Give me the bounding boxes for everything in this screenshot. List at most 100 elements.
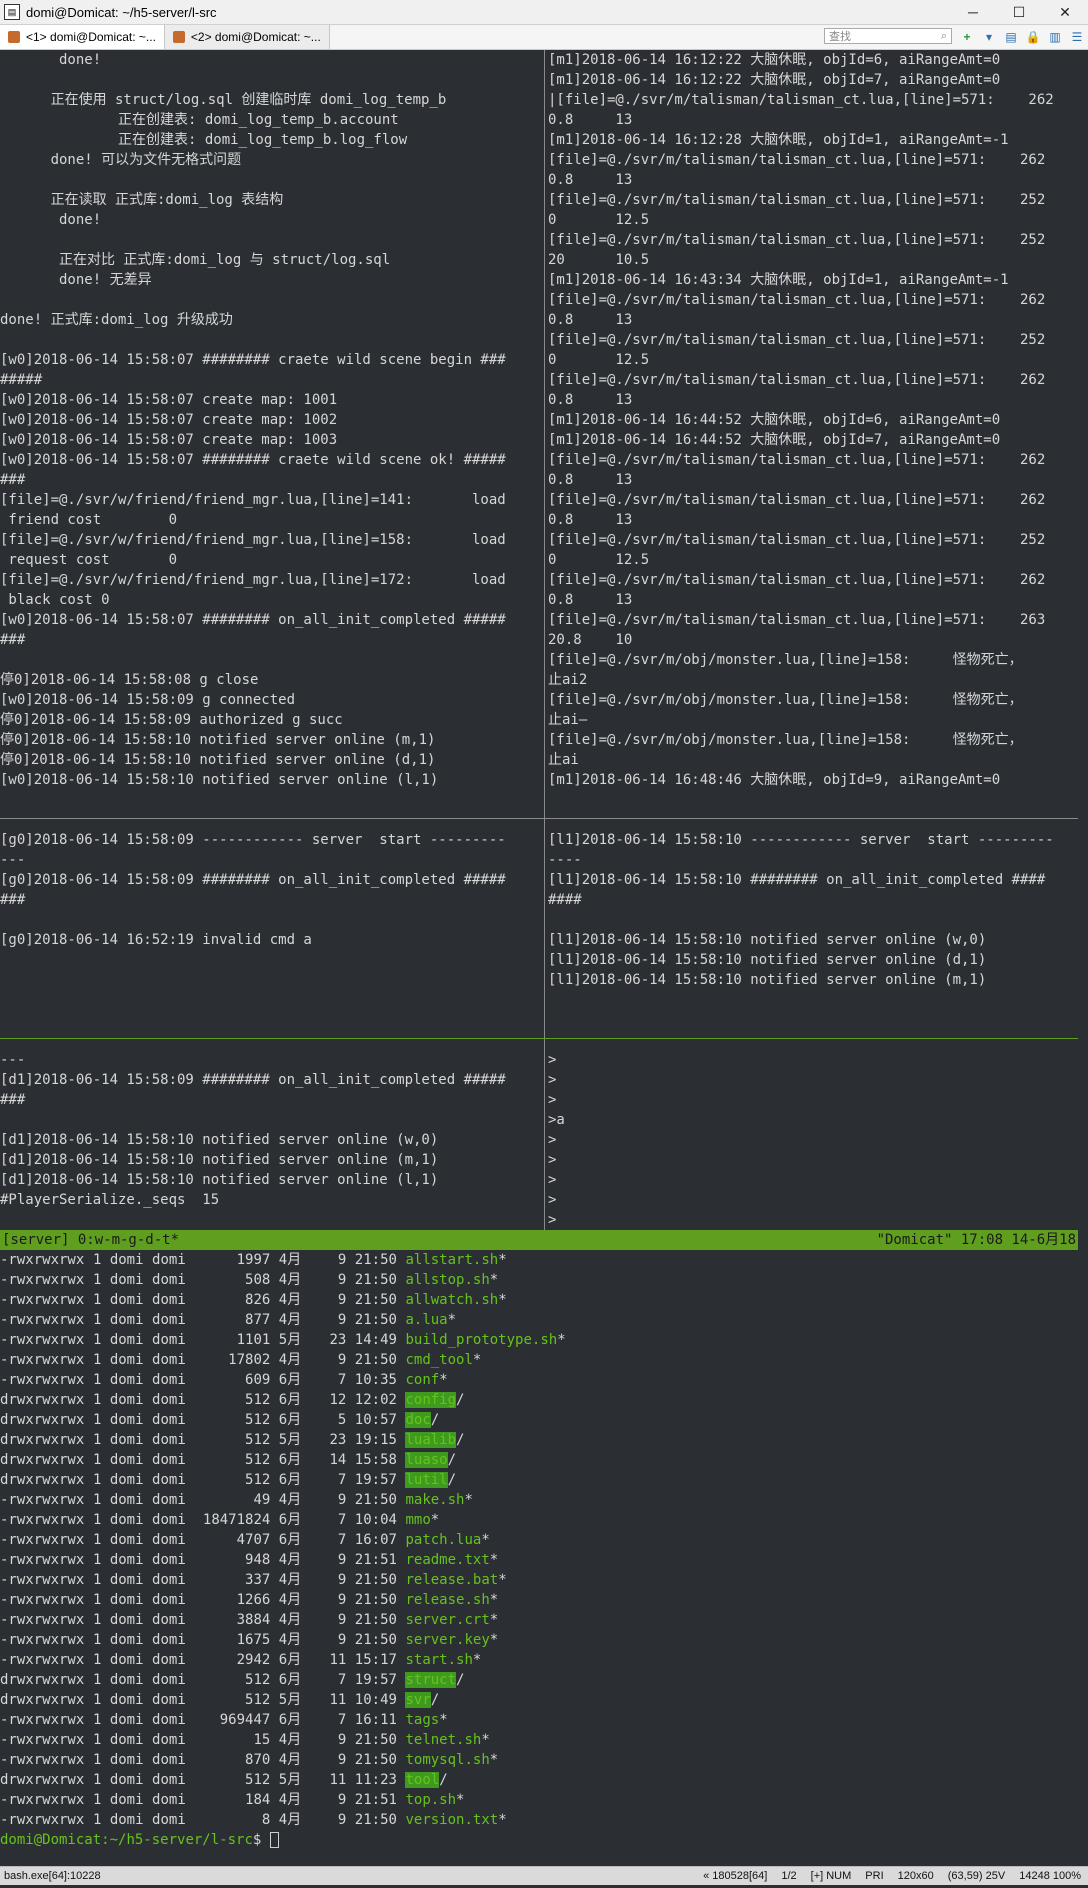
listing-filename[interactable]: mmo (405, 1512, 430, 1528)
listing-filename[interactable]: tomysql.sh (405, 1752, 489, 1768)
chevron-down-icon[interactable]: ▾ (980, 28, 998, 46)
listing-filename[interactable]: allwatch.sh (405, 1292, 498, 1308)
pane-divider-vertical[interactable] (544, 50, 545, 1230)
listing-filename[interactable]: struct (405, 1672, 457, 1688)
listing-row[interactable]: drwxrwxrwx 1 domi domi 512 6月 7 19:57 lu… (0, 1470, 1078, 1490)
panel-icon[interactable]: ▥ (1046, 28, 1064, 46)
listing-day: 5 (337, 1412, 347, 1428)
listing-filename[interactable]: lutil (405, 1472, 448, 1488)
pane-low-right[interactable]: > > > >a > > > > > (548, 1050, 1078, 1230)
listing-row[interactable]: -rwxrwxrwx 1 domi domi 1266 4月 9 21:50 r… (0, 1590, 1078, 1610)
listing-row[interactable]: -rwxrwxrwx 1 domi domi 17802 4月 9 21:50 … (0, 1350, 1078, 1370)
listing-row[interactable]: -rwxrwxrwx 1 domi domi 948 4月 9 21:51 re… (0, 1550, 1078, 1570)
listing-row[interactable]: -rwxrwxrwx 1 domi domi 15 4月 9 21:50 tel… (0, 1730, 1078, 1750)
listing-row[interactable]: -rwxrwxrwx 1 domi domi 8 4月 9 21:50 vers… (0, 1810, 1078, 1830)
pane-top-left[interactable]: done! 正在使用 struct/log.sql 创建临时库 domi_log… (0, 50, 542, 830)
view-icon[interactable]: ▤ (1002, 28, 1020, 46)
listing-filename[interactable]: release.sh (405, 1592, 489, 1608)
listing-filename[interactable]: tool (405, 1772, 440, 1788)
listing-row[interactable]: -rwxrwxrwx 1 domi domi 1101 5月 23 14:49 … (0, 1330, 1078, 1350)
pane-low-left[interactable]: --- [d1]2018-06-14 15:58:09 ######## on_a… (0, 1050, 542, 1230)
terminal-line: ### (0, 892, 26, 908)
listing-time: 21:50 (354, 1272, 397, 1288)
lock-icon[interactable]: 🔒 (1024, 28, 1042, 46)
listing-row[interactable]: -rwxrwxrwx 1 domi domi 4707 6月 7 16:07 p… (0, 1530, 1078, 1550)
listing-filename[interactable]: top.sh (405, 1792, 456, 1808)
listing-filename[interactable]: patch.lua (405, 1532, 481, 1548)
listing-filename[interactable]: cmd_tool (405, 1352, 472, 1368)
listing-row[interactable]: drwxrwxrwx 1 domi domi 512 6月 7 19:57 st… (0, 1670, 1078, 1690)
listing-row[interactable]: -rwxrwxrwx 1 domi domi 49 4月 9 21:50 mak… (0, 1490, 1078, 1510)
listing-links: 1 (92, 1692, 102, 1708)
listing-row[interactable]: -rwxrwxrwx 1 domi domi 2942 6月 11 15:17 … (0, 1650, 1078, 1670)
terminal-app-icon: ▤ (4, 4, 20, 20)
pane-divider-top[interactable] (0, 818, 1078, 819)
new-console-icon[interactable]: + (958, 28, 976, 46)
listing-filename[interactable]: server.crt (405, 1612, 489, 1628)
listing-owner: domi (109, 1472, 144, 1488)
listing-filename[interactable]: a.lua (405, 1312, 447, 1328)
listing-size: 512 (245, 1692, 271, 1708)
listing-row[interactable]: drwxrwxrwx 1 domi domi 512 5月 11 10:49 s… (0, 1690, 1078, 1710)
text-cursor[interactable] (269, 1832, 279, 1848)
listing-filename[interactable]: lualib (405, 1432, 457, 1448)
listing-row[interactable]: -rwxrwxrwx 1 domi domi 826 4月 9 21:50 al… (0, 1290, 1078, 1310)
listing-filename[interactable]: luaso (405, 1452, 448, 1468)
listing-filename[interactable]: telnet.sh (405, 1732, 481, 1748)
pane-mid-left[interactable]: [g0]2018-06-14 15:58:09 ------------ ser… (0, 830, 542, 1030)
listing-filename[interactable]: config (405, 1392, 457, 1408)
listing-row[interactable]: drwxrwxrwx 1 domi domi 512 6月 14 15:58 l… (0, 1450, 1078, 1470)
listing-row[interactable]: -rwxrwxrwx 1 domi domi 1675 4月 9 21:50 s… (0, 1630, 1078, 1650)
minimize-button[interactable]: ─ (950, 0, 996, 24)
listing-row[interactable]: -rwxrwxrwx 1 domi domi 969447 6月 7 16:11… (0, 1710, 1078, 1730)
listing-filename[interactable]: release.bat (405, 1572, 498, 1588)
listing-filename[interactable]: make.sh (405, 1492, 464, 1508)
listing-filename[interactable]: svr (405, 1692, 431, 1708)
listing-perm: -rwxrwxrwx (0, 1292, 85, 1308)
listing-filename[interactable]: server.key (405, 1632, 489, 1648)
pane-mid-right[interactable]: [l1]2018-06-14 15:58:10 ------------ ser… (548, 830, 1078, 1030)
listing-filename[interactable]: start.sh (405, 1652, 472, 1668)
listing-filename[interactable]: tags (405, 1712, 439, 1728)
listing-day: 9 (337, 1572, 347, 1588)
tab-2[interactable]: <2> domi@Domicat: ~... (164, 25, 330, 49)
listing-row[interactable]: -rwxrwxrwx 1 domi domi 609 6月 7 10:35 co… (0, 1370, 1078, 1390)
tab-1[interactable]: <1> domi@Domicat: ~... (0, 25, 165, 49)
listing-row[interactable]: drwxrwxrwx 1 domi domi 512 5月 11 11:23 t… (0, 1770, 1078, 1790)
listing-row[interactable]: -rwxrwxrwx 1 domi domi 508 4月 9 21:50 al… (0, 1270, 1078, 1290)
listing-filename[interactable]: allstart.sh (405, 1252, 498, 1268)
listing-row[interactable]: -rwxrwxrwx 1 domi domi 3884 4月 9 21:50 s… (0, 1610, 1078, 1630)
listing-filename[interactable]: version.txt (405, 1812, 498, 1828)
search-icon[interactable]: ⌕ (941, 30, 947, 43)
listing-filename[interactable]: readme.txt (405, 1552, 489, 1568)
menu-icon[interactable]: ☰ (1068, 28, 1086, 46)
terminal-line: 0.8 13 (548, 392, 633, 408)
terminal-line: > (548, 1092, 557, 1108)
pane-top-right[interactable]: [m1]2018-06-14 16:12:22 大脑休眠, objId=6, a… (548, 50, 1078, 830)
listing-day: 11 (329, 1652, 347, 1668)
listing-row[interactable]: -rwxrwxrwx 1 domi domi 1997 4月 9 21:50 a… (0, 1250, 1078, 1270)
listing-filename[interactable]: build_prototype.sh (405, 1332, 557, 1348)
listing-filename[interactable]: doc (405, 1412, 431, 1428)
listing-row[interactable]: -rwxrwxrwx 1 domi domi 18471824 6月 7 10:… (0, 1510, 1078, 1530)
listing-row[interactable]: -rwxrwxrwx 1 domi domi 877 4月 9 21:50 a.… (0, 1310, 1078, 1330)
listing-row[interactable]: -rwxrwxrwx 1 domi domi 337 4月 9 21:50 re… (0, 1570, 1078, 1590)
listing-filename[interactable]: allstop.sh (405, 1272, 489, 1288)
listing-row[interactable]: drwxrwxrwx 1 domi domi 512 6月 12 12:02 c… (0, 1390, 1078, 1410)
close-button[interactable]: ✕ (1042, 0, 1088, 24)
terminal-line: --- (0, 852, 26, 868)
listing-owner: domi (109, 1792, 144, 1808)
listing-row[interactable]: drwxrwxrwx 1 domi domi 512 5月 23 19:15 l… (0, 1430, 1078, 1450)
terminal-area[interactable]: done! 正在使用 struct/log.sql 创建临时库 domi_log… (0, 50, 1088, 1866)
listing-row[interactable]: -rwxrwxrwx 1 domi domi 184 4月 9 21:51 to… (0, 1790, 1078, 1810)
pane-divider-bottom[interactable] (0, 1038, 1078, 1039)
terminal-line: [g0]2018-06-14 15:58:09 ------------ ser… (0, 832, 506, 848)
shell-prompt[interactable]: domi@Domicat:~/h5-server/l-src$ (0, 1830, 1078, 1850)
search-input[interactable]: 查找 ⌕ (824, 28, 952, 44)
listing-row[interactable]: -rwxrwxrwx 1 domi domi 870 4月 9 21:50 to… (0, 1750, 1078, 1770)
directory-listing[interactable]: -rwxrwxrwx 1 domi domi 1997 4月 9 21:50 a… (0, 1250, 1078, 1866)
listing-filename[interactable]: conf (405, 1372, 439, 1388)
terminal-line: 20 10.5 (548, 252, 650, 268)
listing-row[interactable]: drwxrwxrwx 1 domi domi 512 6月 5 10:57 do… (0, 1410, 1078, 1430)
maximize-button[interactable]: ☐ (996, 0, 1042, 24)
